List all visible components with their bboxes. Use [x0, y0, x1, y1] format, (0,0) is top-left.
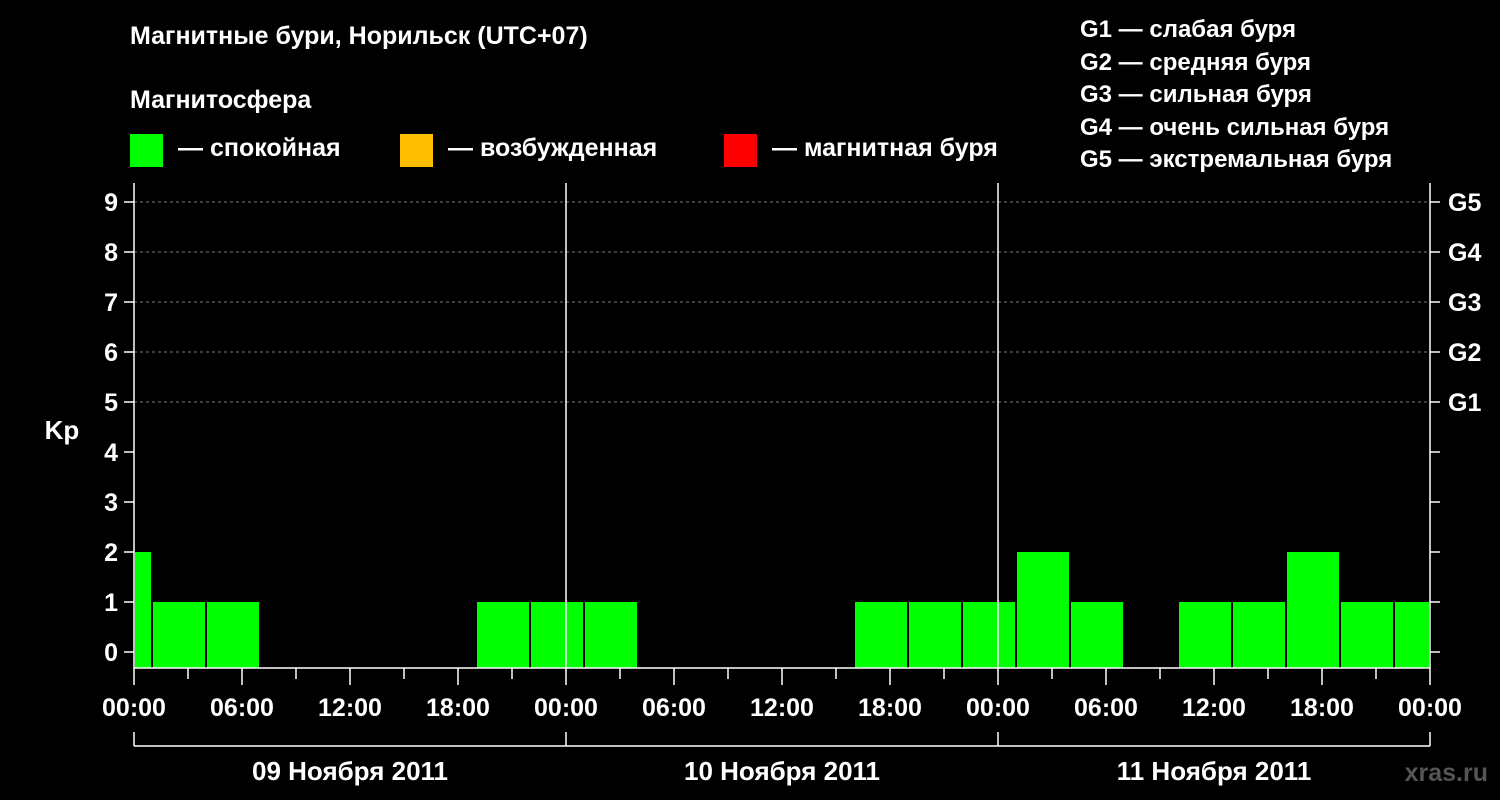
kp-bar [1287, 552, 1339, 668]
y-tick-label: 8 [104, 239, 118, 267]
y-tick-label: 9 [104, 189, 118, 217]
x-tick-label: 12:00 [1182, 694, 1246, 722]
y-tick-label: 3 [104, 489, 118, 517]
kp-bar [1017, 552, 1069, 668]
kp-bar [531, 602, 583, 668]
site-watermark: xras.ru [1404, 759, 1488, 787]
y-tick-label: 4 [104, 439, 118, 467]
kp-bar [963, 602, 1015, 668]
y-axis-label: Kp [45, 415, 80, 445]
day-label: 11 Ноября 2011 [1117, 756, 1312, 786]
x-tick-label: 00:00 [534, 694, 598, 722]
x-tick-label: 18:00 [858, 694, 922, 722]
g-level-label: G2 [1448, 339, 1481, 367]
kp-bar [477, 602, 529, 668]
x-tick-label: 06:00 [1074, 694, 1138, 722]
x-tick-label: 06:00 [642, 694, 706, 722]
y-tick-label: 7 [104, 289, 118, 317]
kp-bar [1071, 602, 1123, 668]
day-label: 09 Ноября 2011 [252, 756, 448, 786]
x-tick-label: 18:00 [1290, 694, 1354, 722]
kp-bar [585, 602, 637, 668]
y-tick-label: 0 [104, 639, 118, 667]
x-tick-label: 12:00 [318, 694, 382, 722]
x-tick-label: 12:00 [750, 694, 814, 722]
kp-bar [207, 602, 259, 668]
kp-chart: 0 1 2 3 4 5 6 7 8 9 G1 G2 G3 G4 G5 Kp 00:00 06:00 12:00 18:… [45, 183, 1481, 786]
kp-bar [135, 552, 151, 668]
kp-bar [1233, 602, 1285, 668]
y-tick-label: 1 [104, 589, 118, 617]
y-tick-label: 6 [104, 339, 118, 367]
kp-bar [909, 602, 961, 668]
y-tick-label: 5 [104, 389, 118, 417]
g-level-label: G5 [1448, 189, 1481, 217]
kp-bar [1395, 602, 1429, 668]
x-tick-label: 00:00 [102, 694, 166, 722]
x-tick-label: 18:00 [426, 694, 490, 722]
g-level-label: G3 [1448, 289, 1481, 317]
g-level-label: G1 [1448, 389, 1481, 417]
kp-bar [1179, 602, 1231, 668]
x-tick-label: 00:00 [1398, 694, 1462, 722]
x-tick-label: 06:00 [210, 694, 274, 722]
day-label: 10 Ноября 2011 [684, 756, 880, 786]
y-tick-label: 2 [104, 539, 118, 567]
kp-bar [855, 602, 907, 668]
kp-bar [153, 602, 205, 668]
x-tick-label: 00:00 [966, 694, 1030, 722]
g-level-label: G4 [1448, 239, 1481, 267]
kp-bar [1341, 602, 1393, 668]
